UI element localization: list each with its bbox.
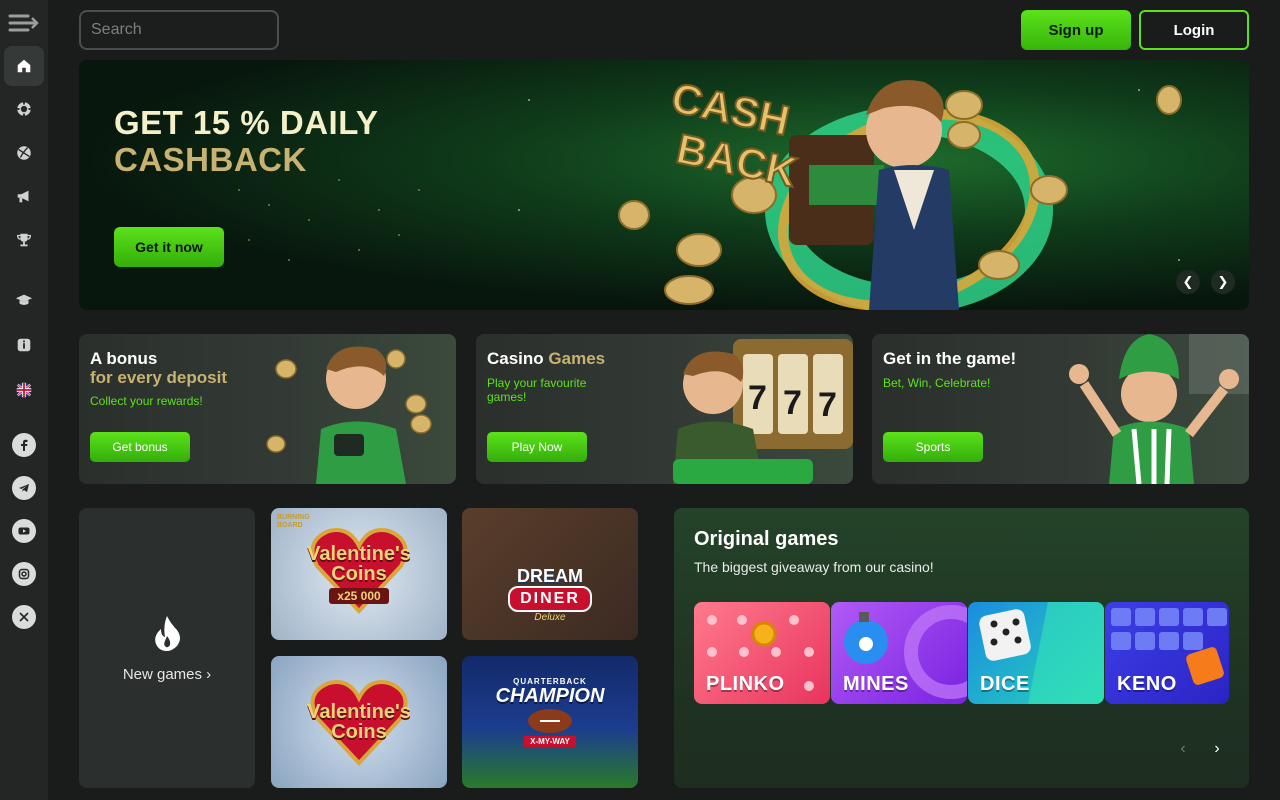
search-box <box>79 10 298 50</box>
graduation-cap-icon <box>15 294 33 305</box>
promo-bonus-illustration <box>266 346 432 484</box>
tile-title: Valentine's Coins <box>307 701 411 743</box>
promo-card-bonus[interactable]: A bonus for every deposit Collect your re… <box>79 334 456 484</box>
get-bonus-button[interactable]: Get bonus <box>90 432 190 462</box>
promo-sports-illustration <box>1069 334 1249 484</box>
sidebar-item-language[interactable] <box>4 370 44 410</box>
sidebar <box>0 0 48 800</box>
sidebar-item-casino[interactable] <box>4 89 44 129</box>
sidebar-item-academy[interactable] <box>4 280 44 320</box>
sidebar-item-sports[interactable] <box>4 133 44 173</box>
sidebar-item-promotions[interactable] <box>4 176 44 216</box>
promo-card-casino[interactable]: 777 Casino Games Play your favourite gam… <box>476 334 853 484</box>
tile-title: Valentine's Coins <box>307 543 411 585</box>
original-games-subtitle: The biggest giveaway from our casino! <box>694 559 934 575</box>
game-label: PLINKO <box>706 673 785 695</box>
svg-text:7: 7 <box>748 379 767 417</box>
sidebar-item-info[interactable] <box>4 325 44 365</box>
game-label: DICE <box>980 673 1030 695</box>
play-now-button[interactable]: Play Now <box>487 432 587 462</box>
game-tile-quarterback-champion[interactable]: QUARTERBACK CHAMPION X-MY-WAY <box>462 656 638 788</box>
tile-title: CHAMPION <box>495 685 605 707</box>
sports-button[interactable]: Sports <box>883 432 983 462</box>
promo-bonus-subtitle: Collect your rewards! <box>90 394 203 408</box>
uk-flag-icon <box>16 382 32 398</box>
flame-icon <box>155 615 180 651</box>
promo-casino-subtitle: Play your favourite games! <box>487 376 587 404</box>
promo-sports-title: Get in the game! <box>883 349 1017 368</box>
tile-title: DREAM <box>517 565 583 586</box>
instagram-link[interactable] <box>12 562 36 586</box>
original-games-panel: Original games The biggest giveaway from… <box>674 508 1249 788</box>
info-icon <box>17 338 31 352</box>
tile-tag: X-MY-WAY <box>524 736 576 747</box>
hero-next-button[interactable]: ❯ <box>1211 270 1235 294</box>
new-games-link[interactable]: New games › <box>79 508 255 788</box>
promo-sports-subtitle: Bet, Win, Celebrate! <box>883 376 991 390</box>
tile-tag: Deluxe <box>534 611 566 623</box>
hero-title: GET 15 % DAILY <box>114 104 379 141</box>
original-game-plinko[interactable]: PLINKO <box>694 602 830 704</box>
search-input[interactable] <box>91 21 298 39</box>
telegram-link[interactable] <box>12 476 36 500</box>
x-icon <box>19 612 29 622</box>
multiplier-badge: x25 000 <box>329 588 389 604</box>
svg-text:7: 7 <box>818 386 837 424</box>
game-label: KENO <box>1117 673 1177 695</box>
game-label: MINES <box>843 673 909 695</box>
game-tile-valentines-coins-1[interactable]: BURNING BOARD Valentine's Coins x25 000 <box>271 508 447 640</box>
chevron-left-icon: ‹ <box>1180 740 1186 757</box>
promo-bonus-title: A bonus for every deposit <box>90 349 227 387</box>
login-button[interactable]: Login <box>1139 10 1249 50</box>
get-it-now-button[interactable]: Get it now <box>114 227 224 267</box>
casino-chip-icon <box>16 101 32 117</box>
sidebar-item-home[interactable] <box>4 46 44 86</box>
x-link[interactable] <box>12 605 36 629</box>
facebook-icon <box>21 439 28 451</box>
home-icon <box>17 59 31 73</box>
chevron-right-icon: › <box>1214 740 1220 757</box>
menu-collapse-icon[interactable] <box>8 12 40 34</box>
chevron-left-icon: ❮ <box>1182 274 1194 289</box>
instagram-icon <box>18 568 30 580</box>
hero-title-accent: CASHBACK <box>114 141 307 178</box>
promo-card-sports[interactable]: Get in the game! Bet, Win, Celebrate! Sp… <box>872 334 1249 484</box>
game-tile-dream-diner[interactable]: DREAM DINER Deluxe <box>462 508 638 640</box>
sidebar-item-tournaments[interactable] <box>4 220 44 260</box>
originals-next-button[interactable]: › <box>1206 738 1228 760</box>
tile-corner-logo: BURNING BOARD <box>277 514 310 529</box>
original-game-dice[interactable]: DICE <box>968 602 1104 704</box>
originals-prev-button[interactable]: ‹ <box>1172 738 1194 760</box>
promo-casino-title: Casino Games <box>487 349 606 368</box>
hero-illustration: CASH BACK <box>618 73 1182 310</box>
sports-ball-icon <box>17 146 31 160</box>
chevron-right-icon: ❯ <box>1217 274 1229 289</box>
original-games-title: Original games <box>694 528 839 550</box>
signup-button[interactable]: Sign up <box>1021 10 1131 50</box>
tile-subtitle: DINER <box>508 585 592 612</box>
original-game-mines[interactable]: MINES <box>831 602 967 704</box>
youtube-link[interactable] <box>12 519 36 543</box>
hero-prev-button[interactable]: ❮ <box>1176 270 1200 294</box>
game-tile-valentines-coins-2[interactable]: Valentine's Coins <box>271 656 447 788</box>
hero-banner[interactable]: GET 15 % DAILY CASHBACK Get it now CASH … <box>79 60 1249 310</box>
telegram-icon <box>19 484 29 492</box>
trophy-icon <box>17 233 31 247</box>
promo-casino-illustration: 777 <box>673 339 853 484</box>
youtube-icon <box>18 527 30 535</box>
new-games-label: New games › <box>122 665 212 683</box>
original-game-keno[interactable]: KENO <box>1105 602 1229 704</box>
megaphone-icon <box>17 190 29 203</box>
football-icon <box>528 709 572 733</box>
facebook-link[interactable] <box>12 433 36 457</box>
svg-text:7: 7 <box>783 384 802 422</box>
